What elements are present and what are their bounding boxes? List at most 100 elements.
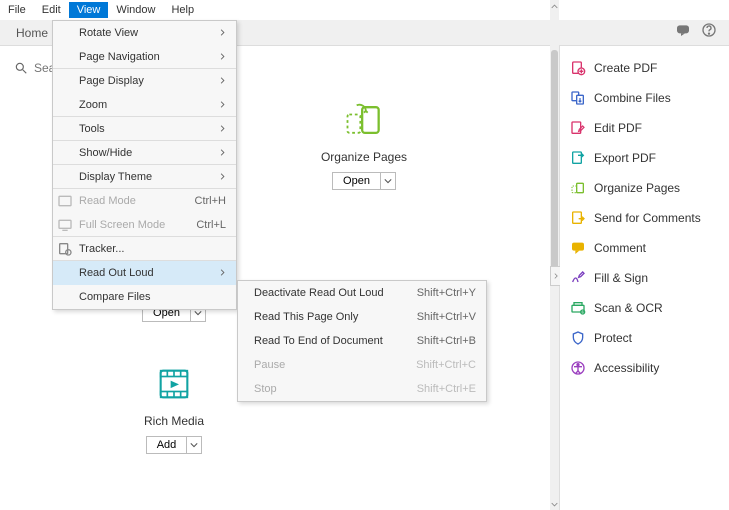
tool-label: Fill & Sign bbox=[594, 271, 648, 285]
rol-item-read-to-end-of-document[interactable]: Read To End of DocumentShift+Ctrl+B bbox=[238, 329, 486, 353]
view-menu-item-zoom[interactable]: Zoom bbox=[53, 93, 236, 117]
menu-item-label: Rotate View bbox=[79, 27, 138, 39]
read-mode-icon bbox=[57, 193, 73, 209]
view-menu-item-tracker[interactable]: Tracker... bbox=[53, 237, 236, 261]
export-pdf-icon bbox=[570, 150, 586, 166]
tool-fill-sign[interactable]: Fill & Sign bbox=[570, 270, 719, 286]
menu-file[interactable]: File bbox=[0, 2, 34, 18]
rol-item-deactivate-read-out-loud[interactable]: Deactivate Read Out LoudShift+Ctrl+Y bbox=[238, 281, 486, 305]
organize-open-split[interactable]: Open bbox=[332, 172, 396, 190]
card-title: Rich Media bbox=[144, 414, 204, 428]
create-pdf-icon bbox=[570, 60, 586, 76]
right-tools-panel: Create PDF Combine Files Edit PDF Export… bbox=[559, 46, 729, 510]
help-icon[interactable] bbox=[701, 22, 717, 43]
fullscreen-icon bbox=[57, 217, 73, 233]
tool-label: Edit PDF bbox=[594, 121, 642, 135]
view-menu-item-compare-files[interactable]: Compare Files bbox=[53, 285, 236, 309]
read-out-loud-submenu: Deactivate Read Out LoudShift+Ctrl+YRead… bbox=[237, 280, 487, 402]
chevron-right-icon bbox=[219, 147, 226, 159]
view-menu-item-full-screen-mode: Full Screen ModeCtrl+L bbox=[53, 213, 236, 237]
menu-item-label: Read Mode bbox=[79, 195, 136, 207]
view-menu-item-tools[interactable]: Tools bbox=[53, 117, 236, 141]
chevron-right-icon bbox=[219, 267, 226, 279]
tool-create-pdf[interactable]: Create PDF bbox=[570, 60, 719, 76]
menu-item-label: Page Display bbox=[79, 75, 144, 87]
card-title: Organize Pages bbox=[321, 150, 407, 164]
chevron-right-icon bbox=[219, 75, 226, 87]
tool-scan-ocr[interactable]: Scan & OCR bbox=[570, 300, 719, 316]
menu-item-label: Full Screen Mode bbox=[79, 219, 165, 231]
menu-help[interactable]: Help bbox=[163, 2, 202, 18]
menu-item-label: Read This Page Only bbox=[254, 311, 358, 323]
tool-export-pdf[interactable]: Export PDF bbox=[570, 150, 719, 166]
tool-organize-pages[interactable]: Organize Pages bbox=[570, 180, 719, 196]
scrollbar-thumb[interactable] bbox=[551, 50, 558, 280]
menu-item-label: Display Theme bbox=[79, 171, 152, 183]
chevron-down-icon[interactable] bbox=[186, 436, 202, 454]
card-organize-pages[interactable]: Organize Pages Open bbox=[304, 98, 424, 190]
vertical-scrollbar[interactable] bbox=[550, 0, 559, 510]
card-rich-media[interactable]: Rich Media Add bbox=[114, 362, 234, 454]
tracker-icon bbox=[57, 241, 73, 257]
menu-item-label: Page Navigation bbox=[79, 51, 160, 63]
tool-label: Comment bbox=[594, 241, 646, 255]
organize-pages-icon bbox=[570, 180, 586, 196]
tool-label: Create PDF bbox=[594, 61, 657, 75]
view-menu-item-show-hide[interactable]: Show/Hide bbox=[53, 141, 236, 165]
chevron-right-icon bbox=[219, 27, 226, 39]
notifications-icon[interactable] bbox=[675, 22, 691, 43]
comment-icon bbox=[570, 240, 586, 256]
add-button[interactable]: Add bbox=[146, 436, 187, 454]
view-menu-item-read-out-loud[interactable]: Read Out Loud bbox=[53, 261, 236, 285]
view-menu-item-page-navigation[interactable]: Page Navigation bbox=[53, 45, 236, 69]
panel-collapse-handle[interactable] bbox=[550, 266, 560, 286]
tool-protect[interactable]: Protect bbox=[570, 330, 719, 346]
send-comments-icon bbox=[570, 210, 586, 226]
open-button[interactable]: Open bbox=[332, 172, 380, 190]
tool-edit-pdf[interactable]: Edit PDF bbox=[570, 120, 719, 136]
scroll-down-icon[interactable] bbox=[550, 498, 559, 510]
tool-label: Export PDF bbox=[594, 151, 656, 165]
tool-comment[interactable]: Comment bbox=[570, 240, 719, 256]
tool-label: Accessibility bbox=[594, 361, 659, 375]
fill-sign-icon bbox=[570, 270, 586, 286]
rol-item-read-this-page-only[interactable]: Read This Page OnlyShift+Ctrl+V bbox=[238, 305, 486, 329]
menu-window[interactable]: Window bbox=[108, 2, 163, 18]
protect-icon bbox=[570, 330, 586, 346]
menu-edit[interactable]: Edit bbox=[34, 2, 69, 18]
richmedia-add-split[interactable]: Add bbox=[146, 436, 203, 454]
tool-accessibility[interactable]: Accessibility bbox=[570, 360, 719, 376]
menu-item-label: Zoom bbox=[79, 99, 107, 111]
tool-label: Combine Files bbox=[594, 91, 671, 105]
chevron-down-icon[interactable] bbox=[380, 172, 396, 190]
organize-pages-icon bbox=[342, 98, 386, 142]
chevron-right-icon bbox=[219, 171, 226, 183]
view-menu-item-rotate-view[interactable]: Rotate View bbox=[53, 21, 236, 45]
scroll-up-icon[interactable] bbox=[550, 0, 559, 12]
menu-item-label: Compare Files bbox=[79, 291, 151, 303]
tool-label: Protect bbox=[594, 331, 632, 345]
chevron-right-icon bbox=[219, 51, 226, 63]
menu-shortcut: Shift+Ctrl+Y bbox=[417, 287, 476, 299]
scan-ocr-icon bbox=[570, 300, 586, 316]
tool-combine-files[interactable]: Combine Files bbox=[570, 90, 719, 106]
view-menu-item-read-mode: Read Mode Ctrl+H bbox=[53, 189, 236, 213]
menu-shortcut: Ctrl+H bbox=[195, 195, 226, 207]
tool-label: Send for Comments bbox=[594, 211, 701, 225]
edit-pdf-icon bbox=[570, 120, 586, 136]
menu-item-label: Stop bbox=[254, 383, 277, 395]
menu-shortcut: Shift+Ctrl+E bbox=[417, 383, 476, 395]
rol-item-stop: Stop Shift+Ctrl+E bbox=[238, 377, 486, 401]
menu-item-label: Read To End of Document bbox=[254, 335, 383, 347]
rol-item-pause: PauseShift+Ctrl+C bbox=[238, 353, 486, 377]
view-menu-item-page-display[interactable]: Page Display bbox=[53, 69, 236, 93]
chevron-right-icon bbox=[219, 99, 226, 111]
search-icon bbox=[14, 61, 28, 75]
tool-send-for-comments[interactable]: Send for Comments bbox=[570, 210, 719, 226]
view-menu-item-display-theme[interactable]: Display Theme bbox=[53, 165, 236, 189]
rich-media-icon bbox=[152, 362, 196, 406]
menu-shortcut: Shift+Ctrl+C bbox=[416, 359, 476, 371]
menu-view[interactable]: View bbox=[69, 2, 109, 18]
menu-item-label: Tools bbox=[79, 123, 105, 135]
tool-label: Scan & OCR bbox=[594, 301, 663, 315]
